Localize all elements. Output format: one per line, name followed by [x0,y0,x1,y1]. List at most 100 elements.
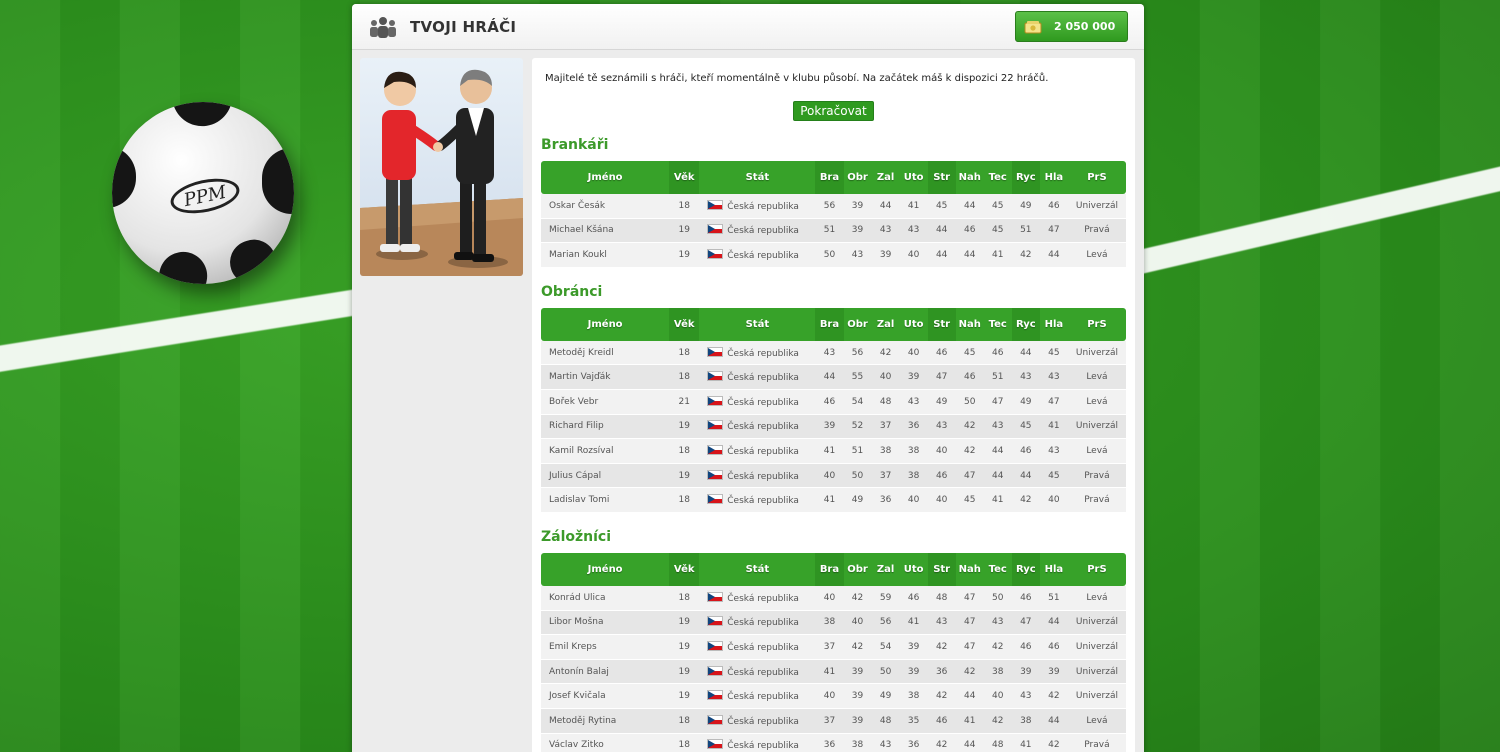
player-name[interactable]: Oskar Česák [541,194,670,219]
column-header-obr[interactable]: Obr [843,552,872,586]
table-row[interactable]: Libor Mošna 19 Česká republika 38 40 56 41 43 47… [541,610,1126,636]
column-header-tec[interactable]: Tec [983,552,1012,586]
column-header-prs[interactable]: PrS [1067,307,1126,341]
table-row[interactable]: Antonín Balaj 19 Česká republika 41 39 50 39 36… [541,659,1126,685]
table-row[interactable]: Oskar Česák 18 Česká republika 56 39 44 41 45 44… [541,194,1126,219]
column-header-country[interactable]: Stát [699,161,816,194]
player-stat-nah: 42 [955,439,984,464]
column-header-bra[interactable]: Bra [815,307,844,341]
column-header-age[interactable]: Věk [669,307,700,341]
column-header-prs[interactable]: PrS [1067,161,1126,194]
players-group-icon [370,16,396,38]
column-header-tec[interactable]: Tec [983,307,1012,341]
column-header-tec[interactable]: Tec [983,161,1012,194]
player-stat-obr: 39 [843,684,872,709]
player-name[interactable]: Libor Mošna [541,610,670,636]
table-row[interactable]: Metoděj Rytina 18 Česká republika 37 39 48 35 4… [541,708,1126,734]
player-name[interactable]: Martin Vajďák [541,365,670,390]
column-header-ryc[interactable]: Ryc [1011,161,1040,194]
column-header-hla[interactable]: Hla [1039,161,1068,194]
column-header-age[interactable]: Věk [669,161,700,194]
column-header-nah[interactable]: Nah [955,307,984,341]
player-name[interactable]: Konrád Ulica [541,585,670,611]
column-header-country[interactable]: Stát [699,552,816,586]
column-header-zal[interactable]: Zal [871,552,900,586]
column-header-bra[interactable]: Bra [815,552,844,586]
continue-button[interactable]: Pokračovat [793,101,874,121]
player-name[interactable]: Antonín Balaj [541,659,670,685]
player-stat-zal: 42 [871,340,900,366]
player-name[interactable]: Josef Kvičala [541,684,670,709]
column-header-name[interactable]: Jméno [541,161,670,194]
column-header-obr[interactable]: Obr [843,161,872,194]
player-stat-str: 46 [927,708,956,734]
player-age: 19 [669,684,700,709]
player-stat-tec: 38 [983,659,1012,685]
column-header-prs[interactable]: PrS [1067,552,1126,586]
column-header-zal[interactable]: Zal [871,161,900,194]
column-header-ryc[interactable]: Ryc [1011,307,1040,341]
column-header-obr[interactable]: Obr [843,307,872,341]
column-header-name[interactable]: Jméno [541,307,670,341]
player-name[interactable]: Kamil Rozsíval [541,439,670,464]
player-stat-hla: 47 [1039,218,1068,244]
column-header-uto[interactable]: Uto [899,161,928,194]
player-name[interactable]: Julius Cápal [541,463,670,489]
player-stat-uto: 39 [899,659,928,685]
table-row[interactable]: Michael Kšána 19 Česká republika 51 39 43 43 44… [541,218,1126,244]
table-row[interactable]: Emil Kreps 19 Česká republika 37 42 54 39 42 47 4… [541,635,1126,660]
section-title: Obránci [541,283,603,300]
table-row[interactable]: Richard Filip 19 Česká republika 39 52 37 36 43… [541,414,1126,440]
player-name[interactable]: Marian Koukl [541,243,670,268]
player-stat-obr: 51 [843,439,872,464]
player-stat-tec: 42 [983,635,1012,660]
player-name[interactable]: Metoděj Kreidl [541,340,670,366]
player-stat-bra: 51 [815,218,844,244]
column-header-str[interactable]: Str [927,552,956,586]
column-header-uto[interactable]: Uto [899,307,928,341]
player-preferred-side: Univerzál [1067,659,1126,685]
table-row[interactable]: Bořek Vebr 21 Česká republika 46 54 48 43 49 50 4… [541,389,1126,415]
column-header-hla[interactable]: Hla [1039,552,1068,586]
column-header-bra[interactable]: Bra [815,161,844,194]
player-stat-nah: 42 [955,414,984,440]
table-row[interactable]: Kamil Rozsíval 18 Česká republika 41 51 38 38 4… [541,439,1126,464]
player-country: Česká republika [727,716,799,727]
czech-flag-icon [707,690,724,701]
column-header-uto[interactable]: Uto [899,552,928,586]
player-stat-str: 42 [927,635,956,660]
player-name[interactable]: Václav Zitko [541,733,670,752]
player-name[interactable]: Ladislav Tomi [541,488,670,513]
table-row[interactable]: Marian Koukl 19 Česká republika 50 43 39 40 44 4… [541,243,1126,268]
player-name[interactable]: Richard Filip [541,414,670,440]
player-name[interactable]: Bořek Vebr [541,389,670,415]
table-row[interactable]: Josef Kvičala 19 Česká republika 40 39 49 38 42… [541,684,1126,709]
czech-flag-icon [707,224,724,235]
czech-flag-icon [707,371,724,382]
table-row[interactable]: Václav Zitko 18 Česká republika 36 38 43 36 42 4… [541,733,1126,752]
table-row[interactable]: Martin Vajďák 18 Česká republika 44 55 40 39 47… [541,365,1126,390]
column-header-country[interactable]: Stát [699,307,816,341]
column-header-age[interactable]: Věk [669,552,700,586]
player-name[interactable]: Metoděj Rytina [541,708,670,734]
player-name[interactable]: Emil Kreps [541,635,670,660]
column-header-nah[interactable]: Nah [955,552,984,586]
column-header-str[interactable]: Str [927,161,956,194]
column-header-zal[interactable]: Zal [871,307,900,341]
player-stat-obr: 52 [843,414,872,440]
player-stat-uto: 36 [899,733,928,752]
player-stat-obr: 42 [843,635,872,660]
player-stat-tec: 45 [983,218,1012,244]
column-header-str[interactable]: Str [927,307,956,341]
column-header-nah[interactable]: Nah [955,161,984,194]
pitch-line-left [0,286,377,378]
column-header-name[interactable]: Jméno [541,552,670,586]
table-row[interactable]: Metoděj Kreidl 18 Česká republika 43 56 42 40 4… [541,340,1126,366]
table-row[interactable]: Konrád Ulica 18 Česká republika 40 42 59 46 48 4… [541,585,1126,611]
table-row[interactable]: Ladislav Tomi 18 Česká republika 41 49 36 40 40… [541,488,1126,513]
player-name[interactable]: Michael Kšána [541,218,670,244]
czech-flag-icon [707,346,724,357]
column-header-ryc[interactable]: Ryc [1011,552,1040,586]
column-header-hla[interactable]: Hla [1039,307,1068,341]
table-row[interactable]: Julius Cápal 19 Česká republika 40 50 37 38 46 4… [541,463,1126,489]
